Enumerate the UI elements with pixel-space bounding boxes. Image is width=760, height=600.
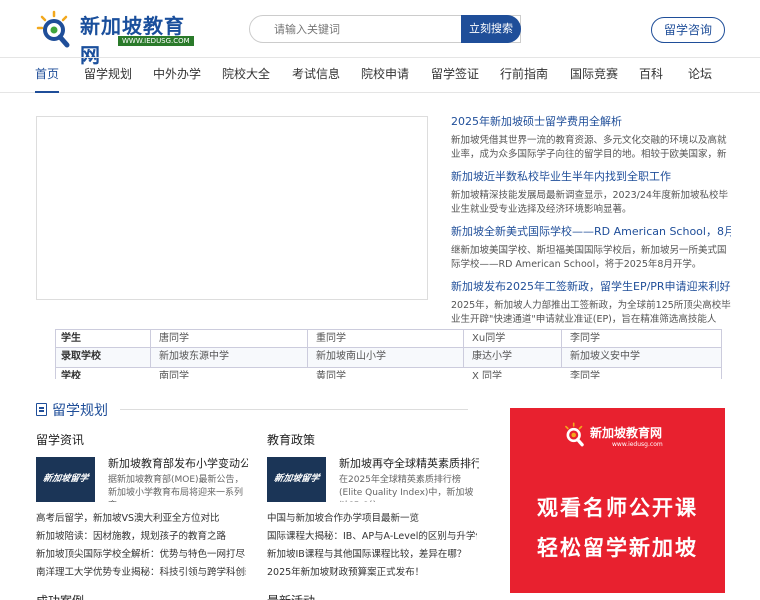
hero-banner[interactable]	[36, 116, 428, 300]
news-title[interactable]: 新加坡近半数私校毕业生半年内找到全职工作	[451, 169, 731, 185]
news-title[interactable]: 新加坡发布2025年工签新政，留学生EP/PR申请迎来利好！	[451, 279, 731, 295]
school-name: 康达小学	[472, 351, 512, 362]
row-label-school: 录取学校	[61, 351, 101, 362]
table-row: 录取学校 新加坡东源中学 新加坡南山小学 康达小学 新加坡义安中学	[56, 347, 721, 367]
school-name: 新加坡南山小学	[316, 351, 386, 362]
search-input[interactable]	[274, 16, 474, 42]
ad-logo-title: 新加坡教育网	[590, 426, 663, 440]
student-name: Xu同学	[472, 333, 506, 344]
planning-section-header: 留学规划	[36, 400, 468, 420]
nav-encyclopedia[interactable]: 百科	[639, 58, 663, 93]
featured-desc: 在2025年全球精英素质排行榜(Elite Quality Index)中，新加…	[339, 475, 474, 502]
news-desc: 新加坡精深技能发展局最新调查显示，2023/24年度新加坡私校毕业生就业受专业选…	[451, 190, 728, 215]
main-nav: 首页 留学规划 中外办学 院校大全 考试信息 院校申请 留学签证 行前指南 国际…	[0, 57, 760, 93]
thumbnail-text: 新加坡留学	[42, 474, 89, 484]
nav-joint-programs[interactable]: 中外办学	[153, 58, 201, 93]
school-name: 新加坡东源中学	[159, 351, 229, 362]
featured-title[interactable]: 新加坡教育部发布小学变动公...	[108, 457, 248, 471]
student-name: 李同学	[570, 333, 600, 344]
news-item[interactable]: 新加坡全新美式国际学校——RD American School，8月即将开学 继…	[451, 224, 731, 272]
consult-button[interactable]: 留学咨询	[651, 17, 725, 43]
student-name: 唐同学	[159, 333, 189, 344]
admission-ticker: 学生 唐同学 重同学 Xu同学 李同学 录取学校 新加坡东源中学 新加坡南山小学…	[55, 329, 722, 379]
featured-desc: 据新加坡教育部(MOE)最新公告，新加坡小学教育布局将迎来一系列变...	[108, 475, 244, 502]
news-desc: 新加坡凭借其世界一流的教育资源、多元文化交融的环境以及高就业率，成为众多国际学子…	[451, 135, 727, 160]
student-name: 重同学	[316, 333, 346, 344]
document-icon	[36, 403, 47, 416]
divider	[120, 409, 468, 410]
list-item[interactable]: 高考后留学，新加坡VS澳大利亚全方位对比	[36, 510, 246, 528]
news-item[interactable]: 2025年新加坡硕士留学费用全解析 新加坡凭借其世界一流的教育资源、多元文化交融…	[451, 114, 731, 162]
column-title[interactable]: 留学资讯	[36, 431, 246, 449]
ad-logo: 新加坡教育网 www.iedusg.com	[562, 421, 692, 451]
article-list: 高考后留学，新加坡VS澳大利亚全方位对比 新加坡陪读：因材施教，规划孩子的教育之…	[36, 510, 246, 582]
student-name: 黄同学	[316, 371, 346, 379]
article-list: 中国与新加坡合作办学项目最新一览 国际课程大揭秘：IB、AP与A-Level的区…	[267, 510, 477, 582]
row-label-partial: 学校	[61, 371, 81, 379]
school-name: 新加坡义安中学	[570, 351, 640, 362]
column-title[interactable]: 教育政策	[267, 431, 477, 449]
search-button[interactable]: 立刻搜索	[461, 15, 521, 43]
article-thumbnail[interactable]: 新加坡留学	[36, 457, 95, 502]
news-list: 2025年新加坡硕士留学费用全解析 新加坡凭借其世界一流的教育资源、多元文化交融…	[451, 114, 731, 334]
featured-article[interactable]: 新加坡留学 新加坡教育部发布小学变动公... 据新加坡教育部(MOE)最新公告，…	[36, 457, 248, 507]
ad-logo-url: www.iedusg.com	[612, 441, 663, 448]
nav-applications[interactable]: 院校申请	[361, 58, 409, 93]
table-row: 学生 唐同学 重同学 Xu同学 李同学	[56, 329, 721, 347]
nav-visa[interactable]: 留学签证	[431, 58, 479, 93]
list-item[interactable]: 南洋理工大学优势专业揭秘：科技引领与跨学科创新的...	[36, 564, 246, 582]
nav-competitions[interactable]: 国际竞赛	[570, 58, 618, 93]
featured-article[interactable]: 新加坡留学 新加坡再夺全球精英素质排行... 在2025年全球精英素质排行榜(E…	[267, 457, 479, 507]
success-cases-title[interactable]: 成功案例	[36, 592, 84, 600]
featured-title[interactable]: 新加坡再夺全球精英素质排行...	[339, 457, 479, 471]
logo-url: WWW.IEDUSG.COM	[118, 36, 194, 46]
logo-magnifier-icon	[565, 422, 584, 447]
logo-magnifier-icon	[36, 10, 70, 48]
nav-exams[interactable]: 考试信息	[292, 58, 340, 93]
study-news-column: 留学资讯 新加坡留学 新加坡教育部发布小学变动公... 据新加坡教育部(MOE)…	[36, 431, 248, 582]
list-item[interactable]: 新加坡陪读：因材施教，规划孩子的教育之路	[36, 528, 246, 546]
list-item[interactable]: 2025年新加坡财政预算案正式发布！	[267, 564, 477, 582]
site-header: 新加坡教育网 WWW.IEDUSG.COM 立刻搜索 留学咨询	[0, 0, 760, 67]
ad-headline: 观看名师公开课	[537, 496, 698, 520]
news-item[interactable]: 新加坡发布2025年工签新政，留学生EP/PR申请迎来利好！ 2025年，新加坡…	[451, 279, 731, 327]
site-logo[interactable]: 新加坡教育网 WWW.IEDUSG.COM	[36, 6, 196, 67]
student-name: 南同学	[159, 371, 189, 379]
nav-forum[interactable]: 论坛	[688, 58, 712, 93]
student-name: 李同学	[570, 371, 600, 379]
news-item[interactable]: 新加坡近半数私校毕业生半年内找到全职工作 新加坡精深技能发展局最新调查显示，20…	[451, 169, 731, 217]
article-thumbnail[interactable]: 新加坡留学	[267, 457, 326, 502]
nav-home[interactable]: 首页	[35, 58, 60, 93]
list-item[interactable]: 中国与新加坡合作办学项目最新一览	[267, 510, 477, 528]
ad-subheadline: 轻松留学新加坡	[537, 536, 698, 560]
news-desc: 2025年，新加坡人力部推出工签新政，为全球前125所顶尖高校毕业生开辟"快速通…	[451, 300, 731, 325]
news-title[interactable]: 新加坡全新美式国际学校——RD American School，8月即将开学	[451, 224, 731, 240]
list-item[interactable]: 国际课程大揭秘：IB、AP与A-Level的区别与升学优势	[267, 528, 477, 546]
latest-events-title[interactable]: 最新活动	[267, 592, 315, 600]
news-title[interactable]: 2025年新加坡硕士留学费用全解析	[451, 114, 731, 130]
nav-guide[interactable]: 行前指南	[500, 58, 548, 93]
nav-schools[interactable]: 院校大全	[222, 58, 270, 93]
list-item[interactable]: 新加坡IB课程与其他国际课程比较，差异在哪？	[267, 546, 477, 564]
student-name: X 同学	[472, 371, 503, 379]
promo-ad[interactable]: 新加坡教育网 www.iedusg.com 观看名师公开课 轻松留学新加坡	[510, 408, 725, 593]
nav-planning[interactable]: 留学规划	[84, 58, 132, 93]
section-title[interactable]: 留学规划	[52, 400, 108, 420]
education-policy-column: 教育政策 新加坡留学 新加坡再夺全球精英素质排行... 在2025年全球精英素质…	[267, 431, 479, 582]
table-row: 学校 南同学 黄同学 X 同学 李同学	[56, 367, 721, 379]
thumbnail-text: 新加坡留学	[273, 474, 320, 484]
list-item[interactable]: 新加坡顶尖国际学校全解析：优势与特色一网打尽	[36, 546, 246, 564]
news-desc: 继新加坡美国学校、斯坦福美国国际学校后，新加坡另一所美式国际学校——RD Ame…	[451, 245, 727, 270]
row-label-student: 学生	[61, 333, 81, 344]
